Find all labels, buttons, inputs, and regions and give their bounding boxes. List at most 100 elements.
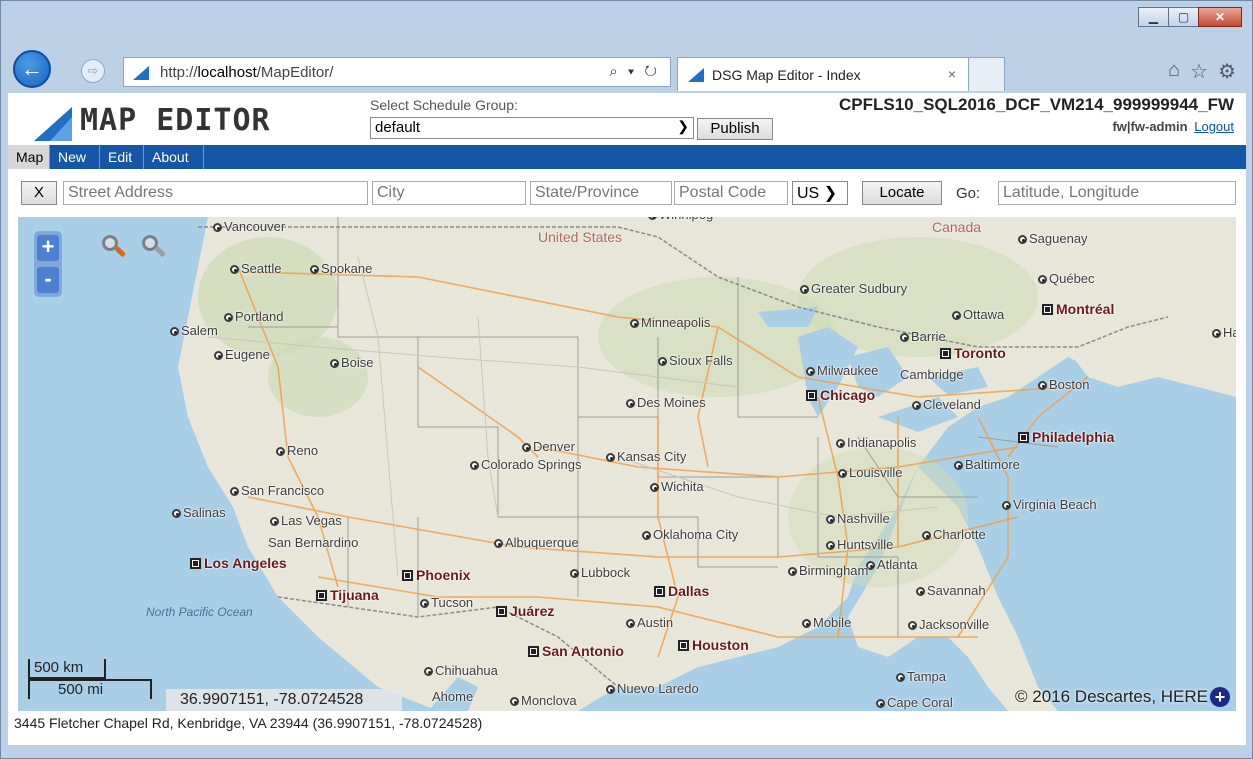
scale-mi: 500 mi xyxy=(28,679,152,699)
browser-tab[interactable]: DSG Map Editor - Index × xyxy=(677,57,969,91)
clear-search-button[interactable]: X xyxy=(21,181,57,205)
postal-code-input[interactable]: Postal Code xyxy=(674,181,788,205)
city-name: Des Moines xyxy=(637,395,706,410)
state-province-input[interactable]: State/Province xyxy=(530,181,672,205)
city-label-denver: Denver xyxy=(522,439,575,454)
city-label-saguenay: Saguenay xyxy=(1018,231,1088,246)
star-icon[interactable]: ☆ xyxy=(1190,59,1208,84)
back-button[interactable]: ← xyxy=(13,50,51,88)
maximize-button[interactable]: ▢ xyxy=(1168,7,1199,27)
menu-item-map[interactable]: Map xyxy=(8,145,50,169)
city-name: Vancouver xyxy=(224,219,286,234)
city-name: Ahome xyxy=(432,689,474,704)
home-icon[interactable]: ⌂ xyxy=(1168,59,1180,84)
city-dot-icon xyxy=(658,357,667,366)
city-dot-icon xyxy=(826,515,835,524)
site-favicon-icon xyxy=(133,66,149,80)
city-name: Reno xyxy=(287,443,319,458)
city-dot-icon xyxy=(630,319,639,328)
city-label-dallas: Dallas xyxy=(654,583,709,599)
schedule-group-value: default xyxy=(375,119,421,136)
city-dot-icon xyxy=(896,673,905,682)
gear-icon[interactable]: ⚙ xyxy=(1218,59,1236,84)
city-dot-icon xyxy=(626,399,635,408)
city-name: Cleveland xyxy=(923,397,981,412)
city-name: Savannah xyxy=(927,583,986,598)
city-name: Jacksonville xyxy=(919,617,990,632)
city-label-monclova: Monclova xyxy=(510,693,577,708)
city-label-spokane: Spokane xyxy=(310,261,372,276)
city-label-austin: Austin xyxy=(626,615,673,630)
map-info-plus-button[interactable]: + xyxy=(1210,687,1230,707)
schedule-group-label: Select Schedule Group: xyxy=(370,97,518,113)
menu-item-about[interactable]: About xyxy=(144,145,204,169)
status-address-text: 3445 Fletcher Chapel Rd, Kenbridge, VA 2… xyxy=(8,712,1246,734)
city-dot-icon xyxy=(172,509,181,518)
city-name: Spokane xyxy=(321,261,373,276)
city-label-jacksonville: Jacksonville xyxy=(908,617,989,632)
city-label-wichita: Wichita xyxy=(650,479,704,494)
city-dot-icon xyxy=(606,453,615,462)
city-label-tijuana: Tijuana xyxy=(316,587,379,603)
address-search-refresh-icons[interactable]: ⌕ ▾ ↻ xyxy=(609,63,660,80)
city-name: Virginia Beach xyxy=(1013,497,1097,512)
city-label-boise: Boise xyxy=(330,355,374,370)
city-label-albuquerque: Albuquerque xyxy=(494,535,579,550)
city-dot-icon xyxy=(900,333,909,342)
city-dot-icon xyxy=(912,401,921,410)
chevron-down-icon: ❯ xyxy=(677,118,689,134)
city-label-las-vegas: Las Vegas xyxy=(270,513,342,528)
city-name: Salem xyxy=(181,323,218,338)
zoom-out-button[interactable]: - xyxy=(37,267,59,293)
title-bar: ▁ ▢ ✕ xyxy=(1,1,1252,45)
address-bar[interactable]: http://localhost/MapEditor/ ⌕ ▾ ↻ xyxy=(123,57,671,87)
country-select[interactable]: US ❯ xyxy=(792,181,848,205)
city-name: Portland xyxy=(235,309,284,324)
minimize-button[interactable]: ▁ xyxy=(1138,7,1169,27)
city-label-seattle: Seattle xyxy=(230,261,281,276)
city-name: Tijuana xyxy=(330,587,379,603)
menu-item-edit[interactable]: Edit xyxy=(100,145,144,169)
city-label-boston: Boston xyxy=(1038,377,1089,392)
city-name: Salinas xyxy=(183,505,226,520)
zoom-in-button[interactable]: + xyxy=(37,235,59,261)
street-address-input[interactable]: Street Address xyxy=(63,181,368,205)
publish-button[interactable]: Publish xyxy=(697,118,773,140)
country-value: US xyxy=(797,185,820,202)
city-input[interactable]: City xyxy=(372,181,526,205)
city-label-qu-bec: Québec xyxy=(1038,271,1095,286)
menu-item-new[interactable]: New xyxy=(50,145,100,169)
city-dot-icon xyxy=(802,619,811,628)
city-name: Austin xyxy=(637,615,674,630)
locate-button[interactable]: Locate xyxy=(862,181,942,205)
new-tab-button[interactable] xyxy=(969,57,1005,91)
close-window-button[interactable]: ✕ xyxy=(1198,7,1242,27)
city-dot-icon xyxy=(1018,235,1027,244)
map-canvas[interactable]: + - United States Canada North Pacific O… xyxy=(18,217,1236,711)
city-name: Chicago xyxy=(820,387,876,403)
city-label-ju-rez: Juárez xyxy=(496,603,554,619)
logout-link[interactable]: Logout xyxy=(1194,119,1234,134)
city-dot-icon xyxy=(826,541,835,550)
city-name: Mobile xyxy=(813,615,852,630)
city-label-huntsville: Huntsville xyxy=(826,537,893,552)
city-label-phoenix: Phoenix xyxy=(402,567,470,583)
city-name: Houston xyxy=(692,637,749,653)
zoom-in-magnifier-icon[interactable] xyxy=(100,233,128,263)
schedule-group-select[interactable]: default ❯ xyxy=(370,117,694,139)
city-square-icon xyxy=(402,570,413,581)
city-dot-icon xyxy=(836,439,845,448)
handle-shape xyxy=(153,245,167,258)
city-dot-icon xyxy=(270,517,279,526)
city-square-icon xyxy=(806,390,817,401)
city-dot-icon xyxy=(806,367,815,376)
zoom-out-magnifier-icon[interactable] xyxy=(140,233,168,263)
city-dot-icon xyxy=(626,619,635,628)
tab-close-icon[interactable]: × xyxy=(948,66,956,82)
city-dot-icon xyxy=(214,351,223,360)
forward-button[interactable]: ⇨ xyxy=(81,59,105,83)
city-name: Nuevo Laredo xyxy=(617,681,699,696)
city-label-ahome: Ahome xyxy=(432,689,473,704)
region-label: United States xyxy=(538,229,623,245)
lat-lng-input[interactable]: Latitude, Longitude xyxy=(998,181,1236,205)
